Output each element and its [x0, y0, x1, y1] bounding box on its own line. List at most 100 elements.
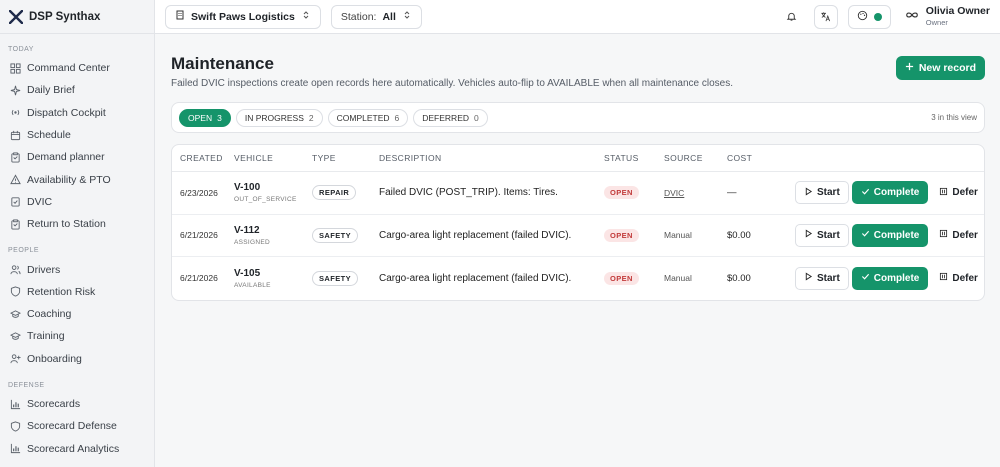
bar-chart-icon	[10, 399, 21, 410]
page-title: Maintenance	[171, 54, 274, 73]
sidebar-item-coaching[interactable]: Coaching	[0, 303, 154, 325]
header-status[interactable]: STATUS	[604, 153, 664, 163]
header-cost[interactable]: COST	[727, 153, 795, 163]
start-label: Start	[817, 272, 840, 284]
pause-icon	[939, 187, 948, 199]
user-name: Olivia Owner	[925, 5, 990, 18]
topbar: Swift Paws Logistics Station: All Olivia…	[155, 0, 1000, 34]
sidebar-item-return-to-station[interactable]: Return to Station	[0, 213, 154, 235]
sidebar-item-schedule[interactable]: Schedule	[0, 124, 154, 146]
sidebar-item-availability-pto[interactable]: Availability & PTO	[0, 168, 154, 190]
start-button[interactable]: Start	[795, 181, 849, 205]
user-plus-icon	[10, 353, 21, 364]
sidebar-item-scorecard-analytics[interactable]: Scorecard Analytics	[0, 437, 154, 459]
check-clipboard-icon	[10, 196, 21, 207]
cell-type: SAFETY	[312, 227, 379, 243]
translate-icon[interactable]	[813, 4, 838, 29]
sidebar-item-onboarding[interactable]: Onboarding	[0, 348, 154, 370]
sidebar-item-command-center[interactable]: Command Center	[0, 57, 154, 79]
table-row: 6/21/2026 V-105 AVAILABLE SAFETY Cargo-a…	[172, 257, 984, 300]
sidebar-item-scorecard-defense[interactable]: Scorecard Defense	[0, 415, 154, 437]
type-badge: SAFETY	[312, 270, 358, 286]
tab-in-progress[interactable]: IN PROGRESS 2	[235, 108, 323, 127]
sparkle-icon	[10, 85, 21, 96]
view-count: 3 in this view	[931, 113, 977, 122]
shield-icon	[10, 421, 21, 432]
bar-chart-icon	[10, 443, 21, 454]
defer-button[interactable]: Defer	[931, 181, 984, 204]
vehicle-status: ASSIGNED	[234, 238, 270, 246]
header-description[interactable]: DESCRIPTION	[379, 153, 604, 163]
header-type[interactable]: TYPE	[312, 153, 379, 163]
start-label: Start	[817, 187, 840, 199]
station-value: All	[382, 10, 396, 23]
tab-label: DEFERRED	[422, 112, 470, 123]
station-selector[interactable]: Station: All	[330, 4, 422, 29]
defer-button[interactable]: Defer	[931, 224, 984, 247]
complete-button[interactable]: Complete	[851, 223, 929, 247]
tab-count: 6	[394, 112, 400, 123]
sidebar-item-label: Return to Station	[27, 218, 106, 231]
sidebar-section-label: PEOPLE	[8, 247, 40, 255]
chevron-updown-icon	[301, 10, 311, 23]
sidebar-item-label: DVIC	[27, 195, 53, 208]
sidebar-item-training[interactable]: Training	[0, 325, 154, 347]
tab-list: OPEN 3 IN PROGRESS 2 COMPLETED 6 DEFERRED 0	[179, 108, 488, 127]
radio-icon	[10, 107, 21, 118]
start-button[interactable]: Start	[795, 223, 849, 247]
row-actions: Start Complete Defer	[795, 223, 984, 247]
source-link[interactable]: DVIC	[664, 188, 727, 198]
sidebar-item-scorecards[interactable]: Scorecards	[0, 393, 154, 415]
vehicle-status: AVAILABLE	[234, 281, 271, 289]
sidebar-item-label: Dispatch Cockpit	[27, 106, 106, 119]
cell-description: Failed DVIC (POST_TRIP). Items: Tires.	[379, 187, 558, 199]
sidebar-item-daily-brief[interactable]: Daily Brief	[0, 79, 154, 101]
theme-toggle[interactable]	[847, 4, 891, 29]
tab-completed[interactable]: COMPLETED 6	[327, 108, 409, 127]
station-label: Station:	[340, 10, 377, 23]
cell-description: Cargo-area light replacement (failed DVI…	[379, 272, 572, 284]
graduation-icon	[10, 331, 21, 342]
play-icon	[804, 187, 813, 199]
vehicle-id[interactable]: V-100	[234, 182, 312, 193]
start-button[interactable]: Start	[795, 266, 849, 290]
tab-label: IN PROGRESS	[244, 112, 304, 123]
status-dot	[873, 12, 882, 21]
user-role: Owner	[925, 17, 948, 27]
tab-deferred[interactable]: DEFERRED 0	[413, 108, 488, 127]
type-badge: SAFETY	[312, 227, 358, 243]
cell-created: 6/21/2026	[180, 273, 218, 284]
sidebar-item-dispatch-cockpit[interactable]: Dispatch Cockpit	[0, 102, 154, 124]
defer-button[interactable]: Defer	[931, 267, 984, 290]
cell-description: Cargo-area light replacement (failed DVI…	[379, 229, 572, 241]
sidebar-nav: TODAY Command Center Daily Brief Dispatch C…	[0, 34, 154, 460]
pause-icon	[939, 229, 948, 241]
bell-icon[interactable]	[780, 5, 804, 29]
building-icon	[175, 10, 185, 23]
sidebar-item-label: Command Center	[27, 62, 110, 75]
header-created[interactable]: CREATED	[172, 153, 234, 163]
vehicle-id[interactable]: V-112	[234, 225, 312, 236]
complete-button[interactable]: Complete	[851, 266, 929, 290]
header-source[interactable]: SOURCE	[664, 153, 727, 163]
cell-source: Manual	[664, 273, 692, 284]
sidebar-item-demand-planner[interactable]: Demand planner	[0, 146, 154, 168]
brand-logo-icon	[9, 9, 23, 24]
complete-button[interactable]: Complete	[851, 181, 929, 205]
tab-label: OPEN	[188, 112, 213, 123]
sidebar-item-drivers[interactable]: Drivers	[0, 258, 154, 280]
cell-vehicle: V-112 ASSIGNED	[234, 225, 312, 246]
new-record-button[interactable]: New record	[895, 56, 985, 80]
brand[interactable]: DSP Synthax	[0, 0, 154, 34]
status-badge: OPEN	[604, 186, 639, 200]
company-selector[interactable]: Swift Paws Logistics	[165, 4, 321, 29]
user-menu[interactable]: Olivia Owner Owner	[905, 6, 990, 27]
header-vehicle[interactable]: VEHICLE	[234, 153, 312, 163]
sidebar-item-retention-risk[interactable]: Retention Risk	[0, 281, 154, 303]
vehicle-id[interactable]: V-105	[234, 268, 312, 279]
sidebar-item-dvic[interactable]: DVIC	[0, 191, 154, 213]
cell-created: 6/21/2026	[180, 230, 218, 241]
sidebar-item-label: Drivers	[27, 263, 61, 276]
check-icon	[861, 229, 870, 241]
tab-open[interactable]: OPEN 3	[179, 108, 231, 127]
